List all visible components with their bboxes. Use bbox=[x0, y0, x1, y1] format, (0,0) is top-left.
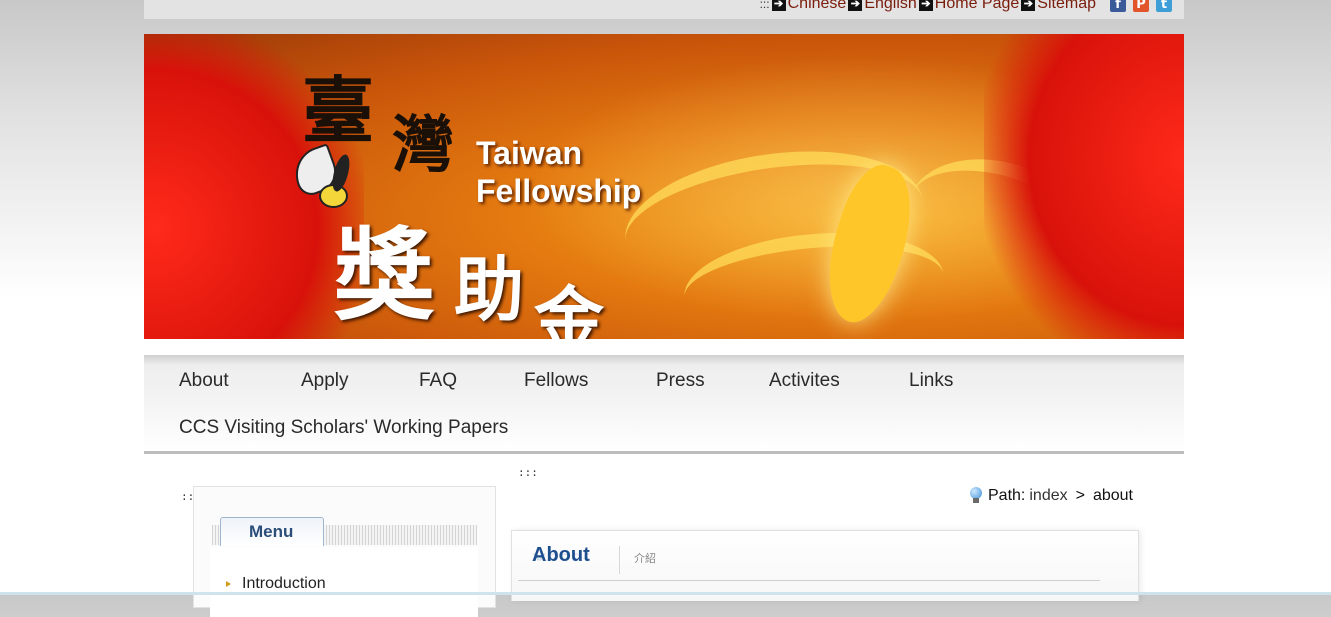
page-title-reflection: About bbox=[532, 551, 590, 562]
facebook-icon[interactable]: f bbox=[1110, 0, 1126, 12]
nav-item-apply[interactable]: Apply bbox=[301, 370, 349, 392]
nav-item-fellows[interactable]: Fellows bbox=[524, 370, 588, 392]
left-sidebar: Menu Introduction bbox=[193, 486, 496, 617]
top-links: ::: ➔ Chinese ➔ English ➔ Home Page ➔ Si… bbox=[760, 0, 1172, 12]
header-banner: 臺 灣 獎 助 金 Taiwan Fellowship bbox=[144, 34, 1184, 339]
breadcrumb-current: about bbox=[1092, 487, 1133, 504]
content-panel: About About 介紹 bbox=[511, 530, 1139, 601]
link-chinese-label: Chinese bbox=[787, 0, 847, 12]
breadcrumb-index[interactable]: index bbox=[1029, 487, 1067, 505]
nav-item-activites[interactable]: Activites bbox=[769, 370, 840, 392]
nav-item-faq[interactable]: FAQ bbox=[419, 370, 457, 392]
page-subtitle: 介紹 bbox=[634, 552, 656, 565]
bullet-arrow-icon bbox=[226, 581, 231, 587]
breadcrumb-separator: > bbox=[1075, 487, 1085, 504]
plurk-icon[interactable]: P bbox=[1133, 0, 1149, 12]
link-chinese[interactable]: ➔ Chinese bbox=[771, 0, 847, 12]
banner-cjk-char: 獎 bbox=[334, 216, 434, 334]
link-english[interactable]: ➔ English bbox=[848, 0, 917, 12]
banner-cjk-char: 助 bbox=[454, 248, 524, 331]
page-wrapper: ::: ➔ Chinese ➔ English ➔ Home Page ➔ Si… bbox=[144, 0, 1184, 617]
main-nav: About Apply FAQ Fellows Press Activites … bbox=[144, 355, 1184, 454]
accesskey-main[interactable]: ::: bbox=[518, 466, 538, 479]
nav-item-working-papers[interactable]: CCS Visiting Scholars' Working Papers bbox=[179, 417, 508, 439]
nav-item-links[interactable]: Links bbox=[909, 370, 953, 392]
title-divider bbox=[619, 546, 620, 574]
breadcrumb-label: Path: bbox=[988, 487, 1026, 504]
banner-title-line2: Fellowship bbox=[476, 173, 642, 209]
title-underline bbox=[518, 580, 1100, 581]
banner-cjk-char: 臺 bbox=[302, 68, 375, 153]
menu-heading: Menu bbox=[249, 522, 294, 541]
banner-cjk-char: 灣 bbox=[392, 108, 455, 181]
arrow-right-icon: ➔ bbox=[1021, 0, 1036, 11]
banner-title: Taiwan Fellowship bbox=[476, 134, 641, 210]
butterfly-icon bbox=[287, 143, 364, 209]
banner-curtain-right bbox=[984, 34, 1184, 339]
link-home-page-label: Home Page bbox=[934, 0, 1020, 12]
nav-item-about[interactable]: About bbox=[179, 370, 229, 392]
banner-cjk-char: 金 bbox=[534, 278, 604, 339]
link-sitemap[interactable]: ➔ Sitemap bbox=[1021, 0, 1096, 12]
top-utility-bar: ::: ➔ Chinese ➔ English ➔ Home Page ➔ Si… bbox=[144, 0, 1184, 19]
arrow-right-icon: ➔ bbox=[771, 0, 786, 11]
breadcrumb: Path: index > about bbox=[970, 487, 1133, 505]
lightbulb-icon bbox=[970, 487, 982, 505]
link-home-page[interactable]: ➔ Home Page bbox=[918, 0, 1020, 12]
arrow-right-icon: ➔ bbox=[848, 0, 863, 11]
banner-title-line1: Taiwan bbox=[476, 135, 583, 171]
arrow-right-icon: ➔ bbox=[918, 0, 933, 11]
link-english-label: English bbox=[864, 0, 917, 12]
sidebar-item-introduction[interactable]: Introduction bbox=[242, 575, 326, 593]
link-sitemap-label: Sitemap bbox=[1037, 0, 1096, 12]
accesskey-top[interactable]: ::: bbox=[760, 0, 770, 11]
twitter-icon[interactable]: t bbox=[1156, 0, 1172, 12]
nav-item-press[interactable]: Press bbox=[656, 370, 705, 392]
